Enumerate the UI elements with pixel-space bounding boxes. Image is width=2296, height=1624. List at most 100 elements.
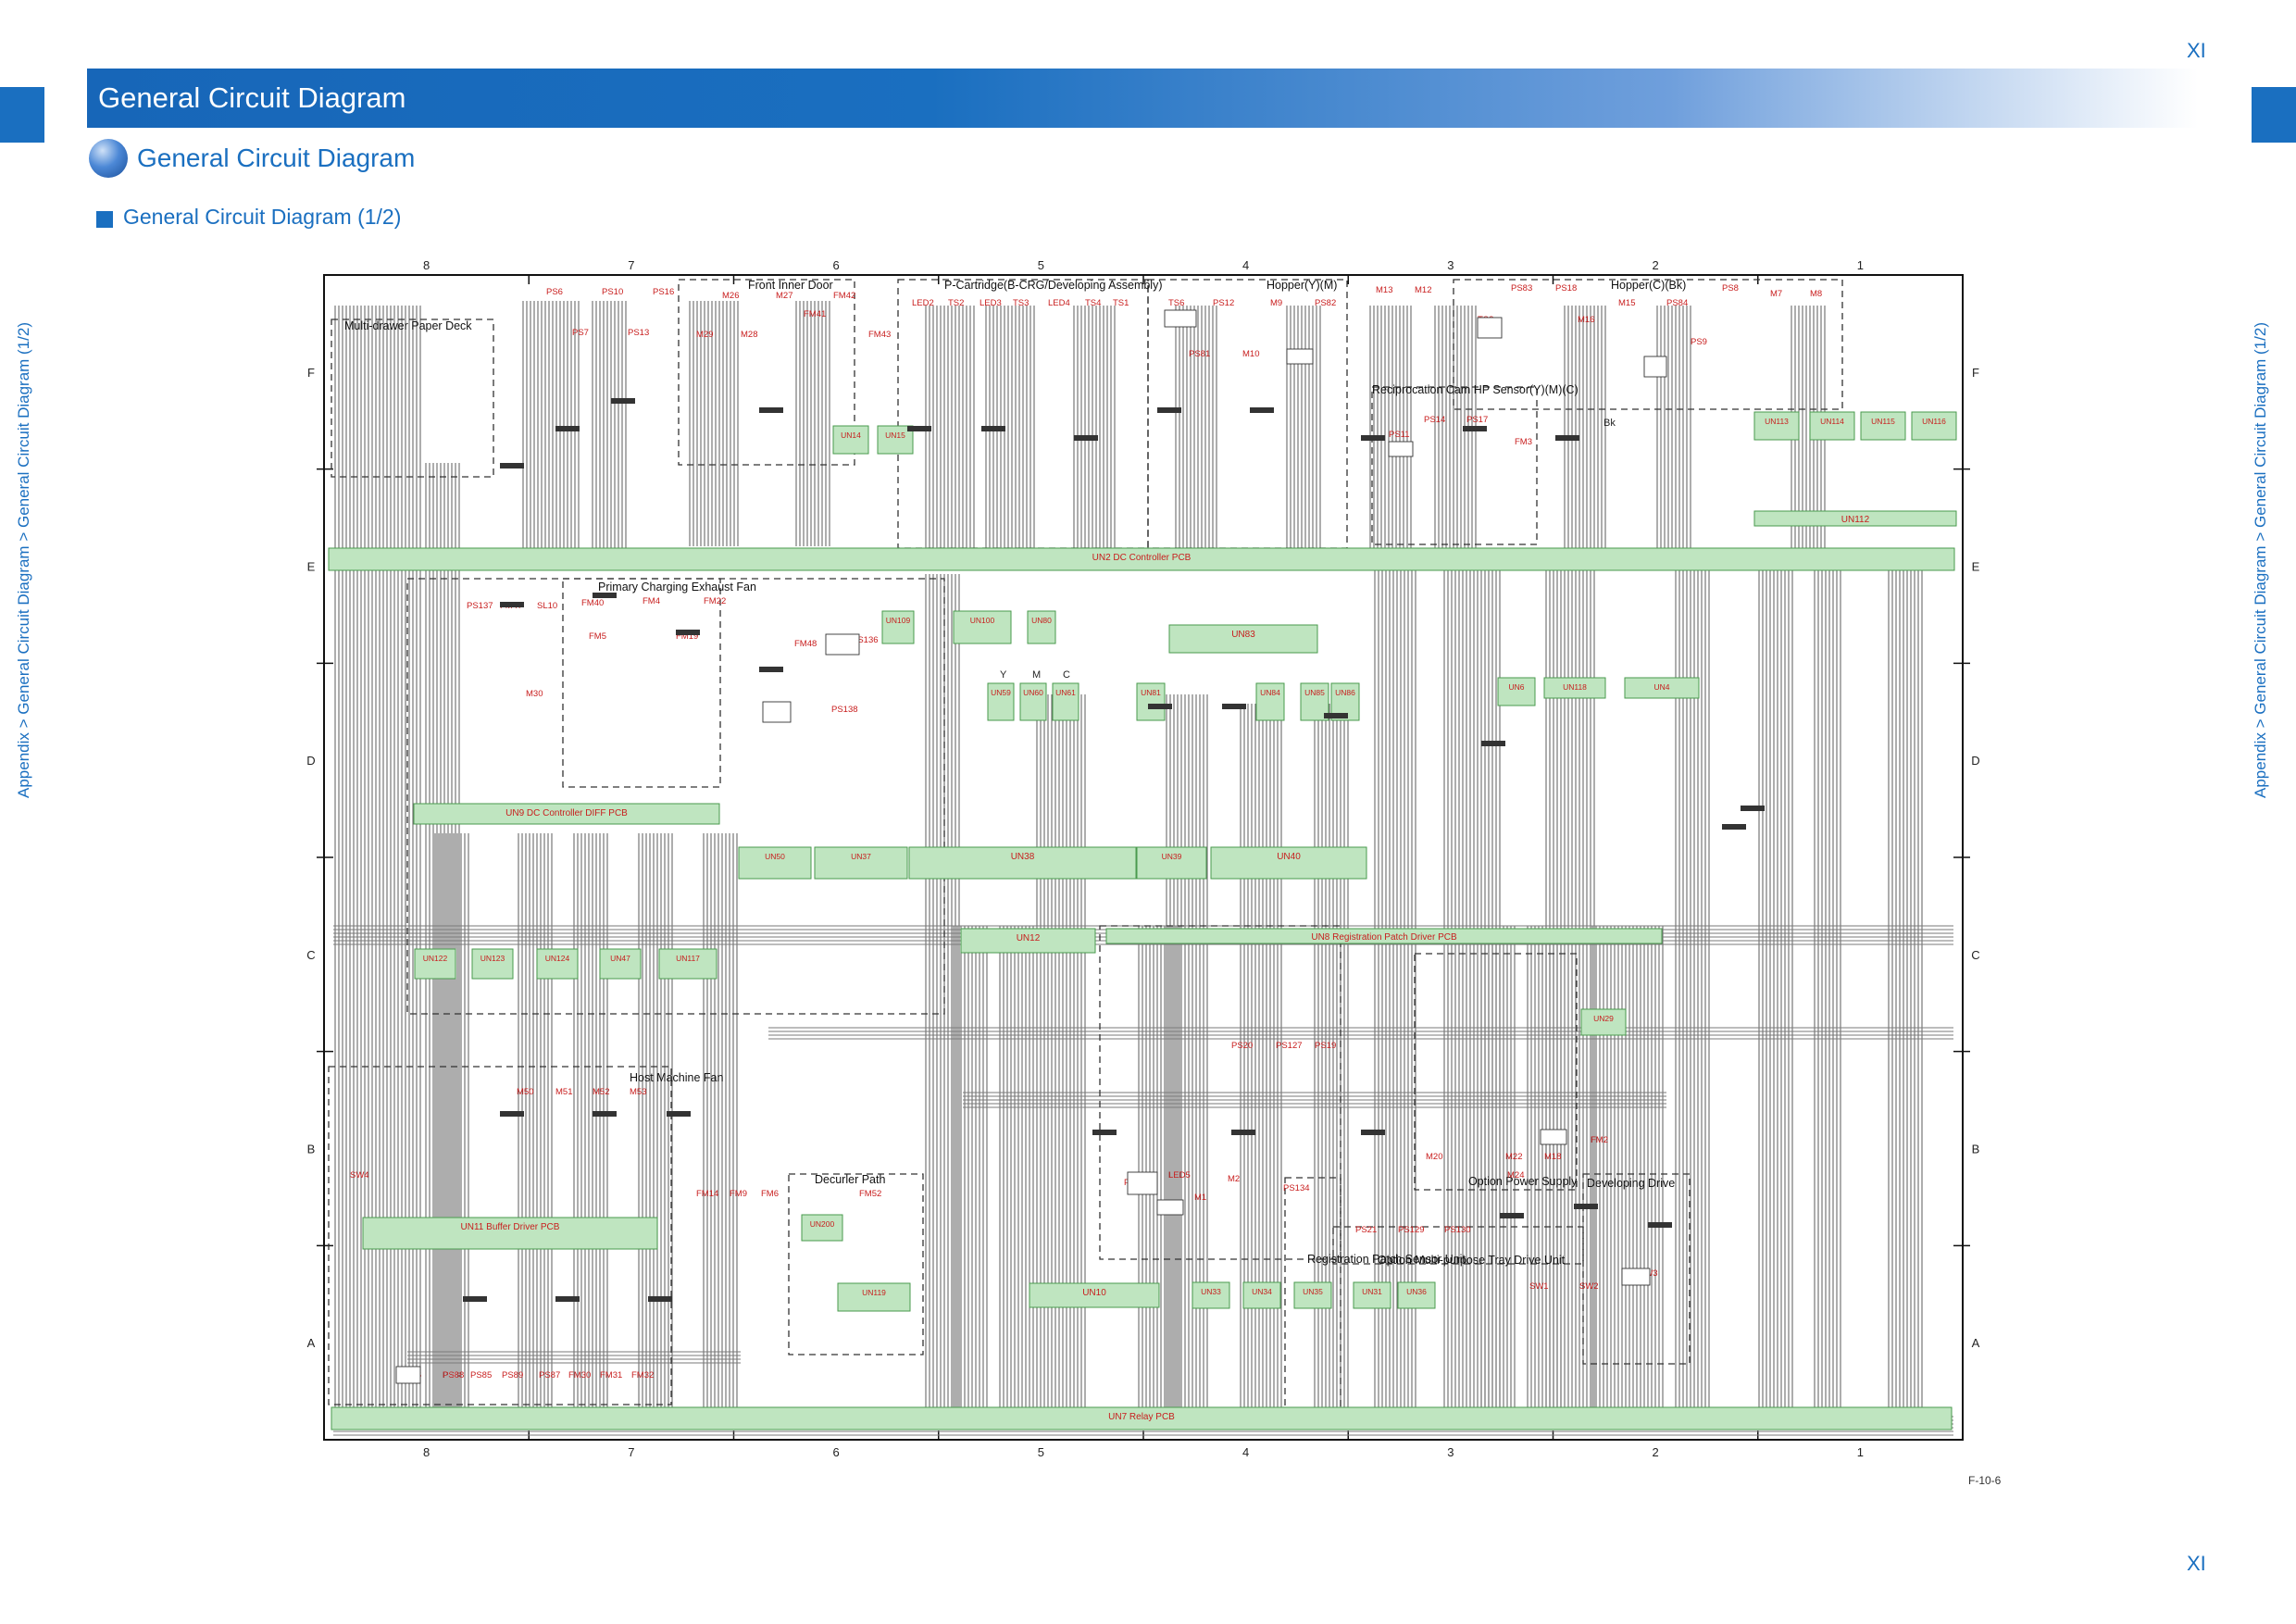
pcb-label: UN60 [1023, 688, 1043, 697]
component-label: SW1 [1529, 1281, 1549, 1292]
component-label: PS134 [1283, 1183, 1310, 1193]
component-label: FM4 [643, 596, 660, 606]
connector-block [759, 667, 783, 672]
column-label-bottom: 5 [1038, 1445, 1044, 1459]
component-label: FM30 [568, 1370, 591, 1380]
component-box [1164, 309, 1197, 328]
pcb-label: UN85 [1304, 688, 1325, 697]
pcb-label: UN6 [1508, 682, 1524, 692]
column-label-bottom: 8 [423, 1445, 430, 1459]
component-label: LED2 [912, 298, 934, 308]
component-label: PS84 [1666, 298, 1688, 308]
row-label-left: A [307, 1336, 316, 1350]
column-label-top: 5 [1038, 258, 1044, 272]
component-label: PS138 [831, 705, 858, 715]
component-label: C [1063, 669, 1070, 681]
row-label-right: E [1972, 560, 1980, 574]
component-label: M20 [1426, 1152, 1442, 1162]
component-label: PS16 [653, 287, 674, 297]
row-label-left: F [307, 366, 315, 380]
component-label: M51 [555, 1087, 572, 1097]
group-label: Host Machine Fan [630, 1071, 723, 1084]
component-box [1388, 441, 1414, 457]
connector-block [555, 1296, 580, 1302]
component-label: M30 [526, 689, 543, 699]
connector-block [759, 407, 783, 413]
component-box [395, 1366, 421, 1384]
component-label: M13 [1376, 285, 1392, 295]
pcb-label: UN81 [1141, 688, 1161, 697]
component-label: M9 [1270, 298, 1282, 308]
component-label: TS6 [1168, 298, 1184, 308]
row-label-right: C [1971, 948, 1979, 962]
component-label: M29 [696, 330, 713, 340]
component-label: FM2 [1591, 1135, 1608, 1145]
row-label-right: B [1972, 1143, 1980, 1156]
component-label: PS88 [443, 1370, 464, 1380]
group-label: P-Cartridge(B-CRG/Developing Assembly) [944, 279, 1163, 292]
component-label: Y [1000, 669, 1007, 681]
row-label-left: E [307, 560, 316, 574]
group-label: Hopper(C)(Bk) [1611, 279, 1686, 292]
pcb-label: UN50 [765, 852, 785, 861]
component-label: PS13 [628, 328, 649, 338]
connector-block [1361, 435, 1385, 441]
component-label: FM5 [589, 631, 606, 642]
row-label-right: F [1972, 366, 1979, 380]
figure-id: F-10-6 [1968, 1474, 2002, 1487]
component-label: Bk [1603, 418, 1616, 429]
row-label-left: D [306, 754, 315, 768]
component-label: FM3 [1515, 437, 1532, 447]
component-label: PS83 [1511, 283, 1532, 294]
column-label-top: 8 [423, 258, 430, 272]
component-box [1477, 317, 1503, 339]
pcb-label: UN8 Registration Patch Driver PCB [1311, 932, 1457, 943]
pcb-label: UN2 DC Controller PCB [1092, 553, 1192, 563]
component-label: FM40 [581, 598, 604, 608]
pcb-label: UN31 [1362, 1287, 1382, 1296]
connector-block [1092, 1130, 1117, 1135]
connector-block [500, 1111, 524, 1117]
pcb-label: UN59 [991, 688, 1011, 697]
pcb-label: UN86 [1335, 688, 1355, 697]
pcb-label: UN124 [545, 954, 570, 963]
component-label: FM14 [696, 1189, 718, 1199]
component-label: FM6 [761, 1189, 779, 1199]
component-label: FM32 [631, 1370, 654, 1380]
component-label: M28 [741, 330, 757, 340]
column-label-bottom: 2 [1653, 1445, 1659, 1459]
pcb-label: UN122 [423, 954, 448, 963]
pcb-label: UN12 [1017, 933, 1041, 943]
component-label: PS129 [1398, 1225, 1425, 1235]
pcb-label: UN38 [1011, 852, 1035, 862]
component-label: PS18 [1555, 283, 1577, 294]
pcb-label: UN10 [1082, 1288, 1106, 1298]
pcb-label: UN83 [1231, 630, 1255, 640]
component-label: LED4 [1048, 298, 1070, 308]
connector-block [981, 426, 1005, 431]
connector-block [1074, 435, 1098, 441]
group-label: Reciprocation Cam HP Sensor(Y)(M)(C) [1372, 383, 1578, 396]
connector-block [593, 593, 617, 598]
component-label: FM41 [804, 309, 826, 319]
component-box [1127, 1171, 1158, 1195]
pcb-label: UN37 [851, 852, 871, 861]
pcb-label: UN117 [676, 954, 700, 963]
component-label: SL10 [537, 601, 557, 611]
connector-block [463, 1296, 487, 1302]
pcb-label: UN80 [1031, 616, 1052, 625]
component-label: M18 [1544, 1152, 1561, 1162]
component-label: M10 [1242, 349, 1259, 359]
component-box [1156, 1199, 1184, 1216]
component-label: LED3 [980, 298, 1002, 308]
pcb-label: UN36 [1406, 1287, 1427, 1296]
column-label-bottom: 3 [1447, 1445, 1454, 1459]
pcb-label: UN113 [1765, 417, 1789, 426]
component-box [762, 701, 792, 723]
group-label: Registration Patch Sensor Unit [1307, 1253, 1466, 1266]
component-label: PS12 [1213, 298, 1234, 308]
column-label-top: 4 [1242, 258, 1249, 272]
pcb-label: UN29 [1593, 1014, 1614, 1023]
component-label: TS3 [1013, 298, 1029, 308]
component-box [1286, 348, 1314, 365]
